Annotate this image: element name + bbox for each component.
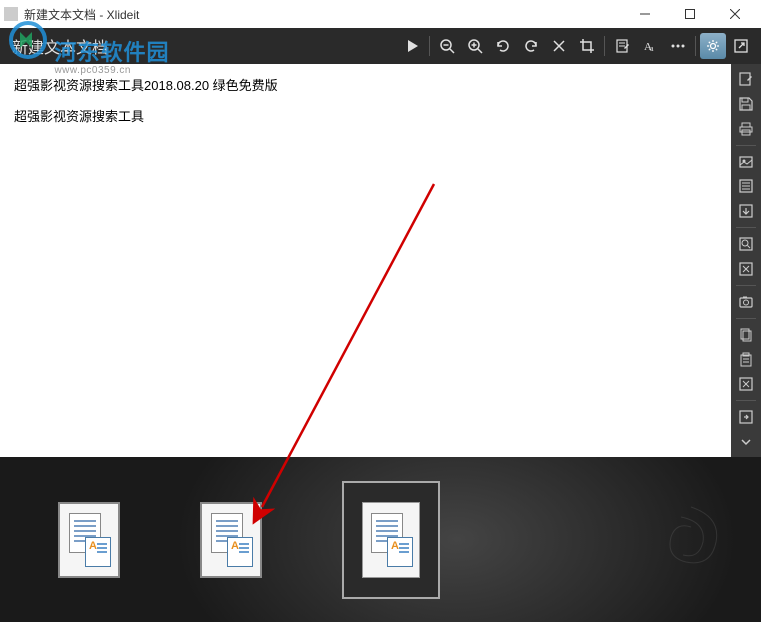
delete-button[interactable] [546, 33, 572, 59]
search-button[interactable] [735, 233, 757, 255]
separator [736, 145, 756, 146]
export-button[interactable] [735, 200, 757, 222]
window-title: 新建文本文档 - Xlideit [24, 6, 139, 23]
rotate-ccw-button[interactable] [490, 33, 516, 59]
maximize-button[interactable] [667, 0, 712, 28]
crop-button[interactable] [574, 33, 600, 59]
svg-text:a: a [650, 44, 654, 53]
zoom-in-button[interactable] [462, 33, 488, 59]
list-button[interactable] [735, 175, 757, 197]
separator [736, 400, 756, 401]
move-button[interactable] [735, 406, 757, 428]
edit-button[interactable] [609, 33, 635, 59]
external-button[interactable] [728, 33, 754, 59]
content-line-2: 超强影视资源搜索工具 [14, 105, 717, 128]
minimize-button[interactable] [622, 0, 667, 28]
thumbnail-2[interactable] [200, 502, 262, 578]
trash-button[interactable] [735, 373, 757, 395]
thumbnail-panel [0, 457, 761, 622]
more-button[interactable] [665, 33, 691, 59]
camera-button[interactable] [735, 291, 757, 313]
decorative-swirl [641, 487, 741, 587]
paste-button[interactable] [735, 349, 757, 371]
thumbnail-1[interactable] [58, 502, 120, 578]
document-title: 新建文本文档 [12, 34, 108, 58]
settings-button[interactable] [700, 33, 726, 59]
right-toolbar [731, 64, 761, 457]
separator [604, 36, 605, 56]
separator [736, 318, 756, 319]
close-button[interactable] [712, 0, 757, 28]
chevron-down-button[interactable] [735, 431, 757, 453]
top-toolbar: 新建文本文档 Aa [0, 28, 761, 64]
document-content: 超强影视资源搜索工具2018.08.20 绿色免费版 超强影视资源搜索工具 [0, 64, 731, 457]
separator [736, 285, 756, 286]
window-titlebar: 新建文本文档 - Xlideit [0, 0, 761, 28]
content-line-1: 超强影视资源搜索工具2018.08.20 绿色免费版 [14, 74, 717, 97]
separator [695, 36, 696, 56]
fit-button[interactable] [735, 258, 757, 280]
play-button[interactable] [399, 33, 425, 59]
image-button[interactable] [735, 151, 757, 173]
zoom-out-button[interactable] [434, 33, 460, 59]
save-button[interactable] [735, 93, 757, 115]
thumbnail-3-selected[interactable] [342, 481, 440, 599]
print-button[interactable] [735, 118, 757, 140]
text-button[interactable]: Aa [637, 33, 663, 59]
rotate-cw-button[interactable] [518, 33, 544, 59]
copy-button[interactable] [735, 324, 757, 346]
app-icon [4, 7, 18, 21]
separator [736, 227, 756, 228]
edit-tool-button[interactable] [735, 68, 757, 90]
separator [429, 36, 430, 56]
